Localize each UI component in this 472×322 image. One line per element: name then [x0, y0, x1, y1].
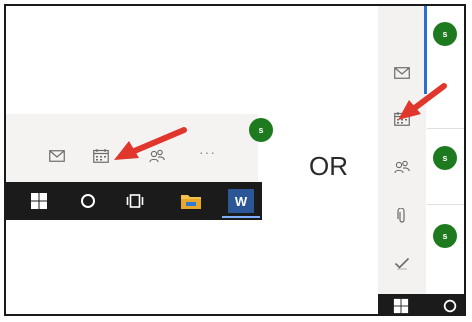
cortana-icon[interactable] — [79, 192, 97, 210]
screenshot-frame: s ··· W OR s s s — [4, 4, 466, 316]
avatar[interactable]: s — [249, 118, 273, 142]
avatar-initial: s — [442, 29, 448, 39]
list-divider — [427, 204, 464, 205]
avatar[interactable]: s — [433, 146, 457, 170]
windows-taskbar: W — [6, 182, 262, 220]
attachment-icon[interactable] — [397, 208, 407, 224]
outlook-side-rail — [378, 6, 426, 294]
mail-icon[interactable] — [49, 149, 65, 163]
calendar-icon[interactable] — [93, 149, 109, 163]
task-view-icon[interactable] — [126, 192, 144, 210]
avatar-initial: s — [442, 153, 448, 163]
avatar-initial: s — [258, 125, 264, 135]
avatar[interactable]: s — [433, 224, 457, 248]
windows-start-icon[interactable] — [393, 298, 409, 314]
mail-icon[interactable] — [394, 66, 410, 80]
avatar-initial: s — [442, 231, 448, 241]
people-icon[interactable] — [394, 160, 410, 174]
pointer-arrow-icon — [114, 127, 187, 160]
active-app-indicator — [222, 216, 260, 218]
cortana-icon[interactable] — [442, 298, 458, 314]
file-explorer-icon[interactable] — [180, 191, 202, 211]
word-icon[interactable]: W — [228, 189, 254, 213]
avatar[interactable]: s — [433, 22, 457, 46]
pointer-arrow-icon — [398, 83, 447, 120]
more-options-button[interactable]: ··· — [199, 145, 216, 159]
windows-start-icon[interactable] — [30, 192, 48, 210]
separator-text: OR — [309, 151, 348, 181]
word-icon-letter: W — [234, 193, 248, 209]
todo-icon[interactable] — [394, 256, 410, 270]
windows-taskbar — [378, 294, 464, 314]
list-divider — [427, 128, 464, 129]
